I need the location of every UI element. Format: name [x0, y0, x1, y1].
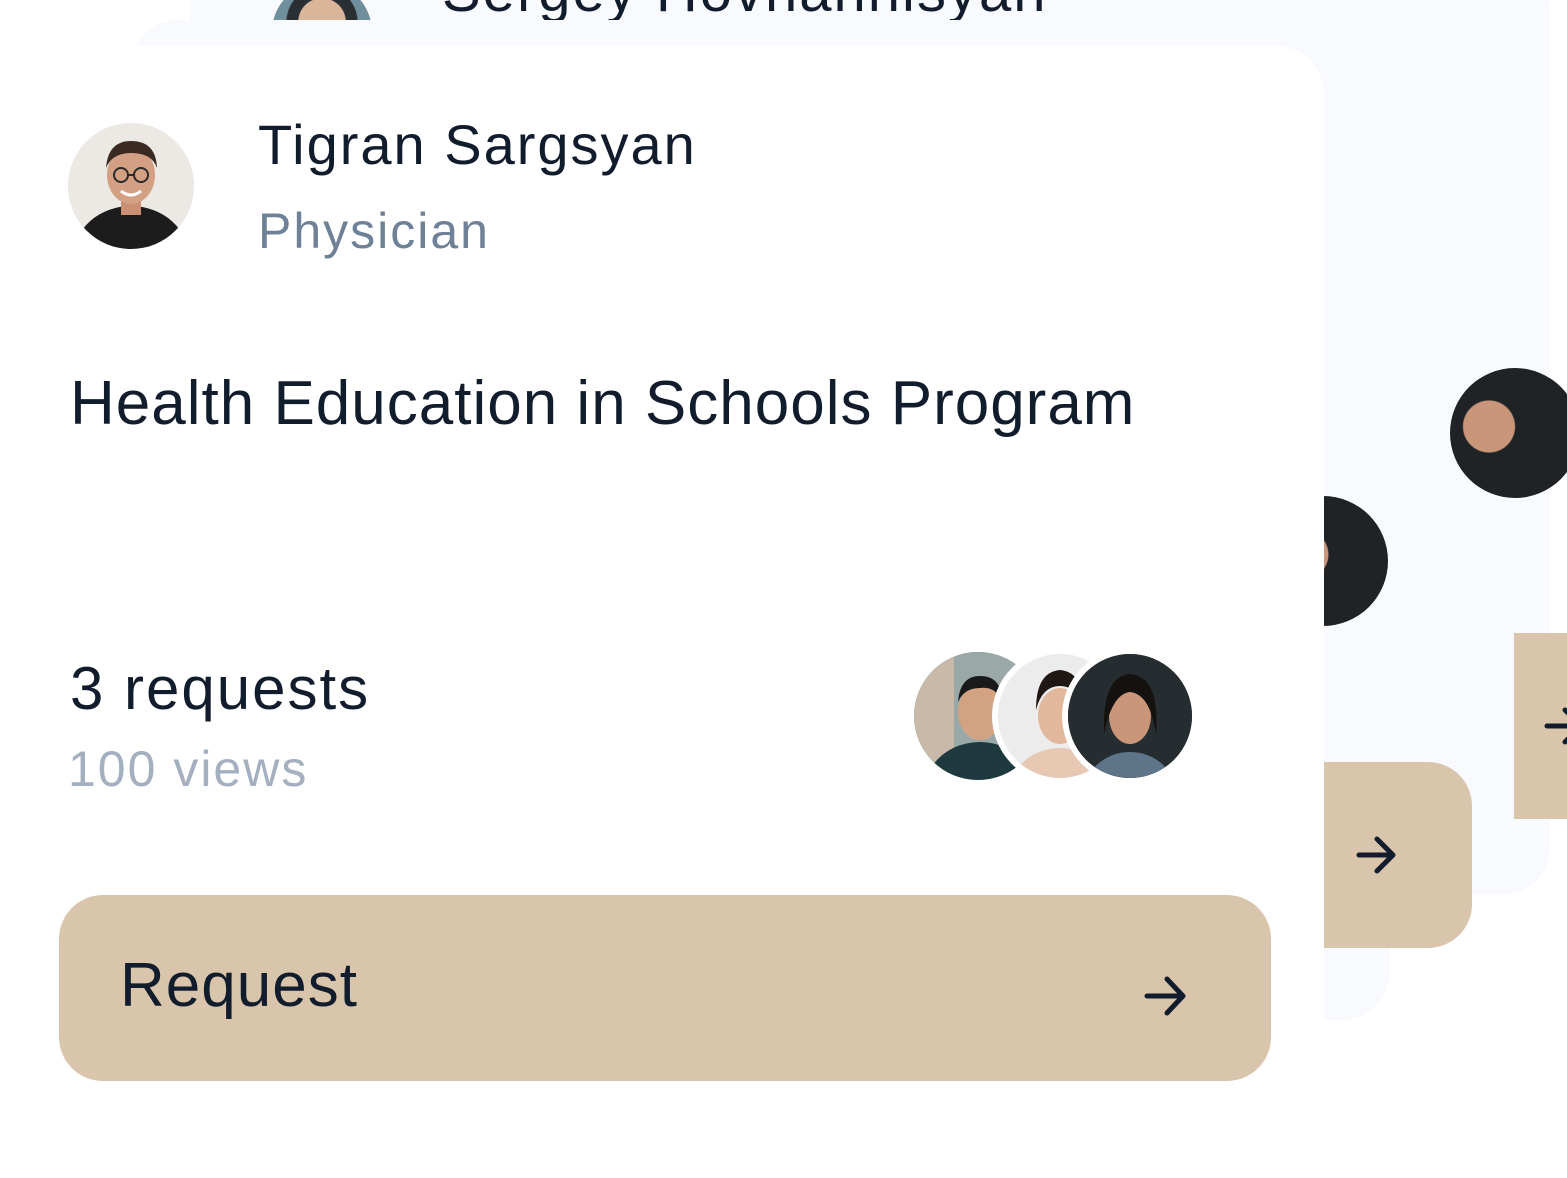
request-button[interactable]: Request	[59, 895, 1271, 1081]
program-card: Tigran Sargsyan Physician Health Educati…	[0, 46, 1324, 1156]
arrow-right-icon	[1144, 976, 1186, 1016]
arrow-right-icon	[1356, 836, 1396, 874]
views-count: 100 views	[68, 741, 309, 797]
avatar-portrait	[68, 123, 194, 249]
author-role: Physician	[258, 203, 490, 259]
requests-count: 3 requests	[70, 655, 371, 722]
request-button-label: Request	[120, 951, 358, 1020]
program-title: Health Education in Schools Program	[70, 369, 1136, 438]
arrow-right-icon	[1544, 707, 1567, 745]
author-name: Tigran Sargsyan	[258, 113, 697, 176]
author-avatar	[68, 123, 194, 249]
requester-avatar	[1062, 648, 1198, 784]
